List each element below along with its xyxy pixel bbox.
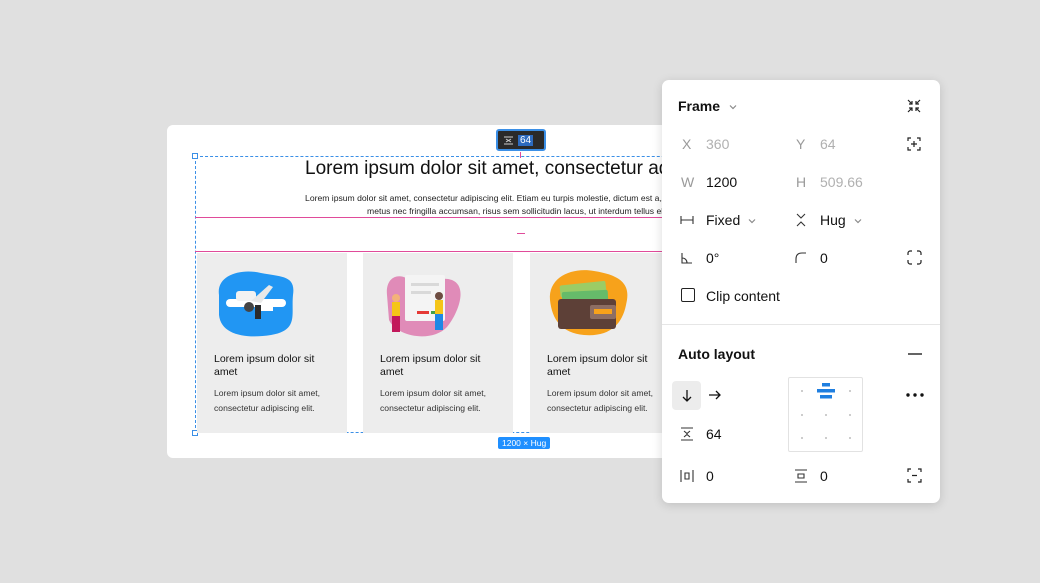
feature-card-2[interactable]: Lorem ipsum dolor sit amet Lorem ipsum d… (363, 253, 513, 433)
card-text: Lorem ipsum dolor sit amet, consectetur … (547, 388, 654, 413)
arrow-right-icon (709, 390, 721, 400)
section-heading: Lorem ipsum dolor sit amet, consectetur … (305, 158, 685, 179)
direction-vertical-button[interactable] (672, 381, 701, 410)
collapse-frame-icon[interactable] (905, 97, 923, 115)
x-input[interactable]: 360 (706, 136, 729, 152)
canvas-frame[interactable]: Lorem ipsum dolor sit amet, consectetur … (167, 125, 687, 458)
paragraph-line-1: Lorem ipsum dolor sit amet, consectetur … (305, 193, 681, 203)
horizontal-padding-icon (679, 468, 695, 484)
gap-spacing-value[interactable]: 64 (518, 134, 534, 146)
constraints-icon[interactable] (905, 135, 923, 153)
card-text: Lorem ipsum dolor sit amet, consectetur … (380, 388, 487, 413)
clip-content-label: Clip content (706, 288, 780, 304)
section-paragraph: Lorem ipsum dolor sit amet, consectetur … (293, 192, 687, 218)
chevron-down-icon (854, 219, 862, 224)
horizontal-padding-input[interactable]: 0 (706, 468, 714, 484)
chevron-down-icon (748, 219, 756, 224)
clip-content-checkbox[interactable] (681, 288, 695, 302)
vertical-padding-icon (793, 468, 809, 484)
gap-spacing-badge[interactable]: 64 (496, 129, 546, 151)
remove-auto-layout-icon[interactable] (906, 345, 924, 363)
wallet-illustration (549, 270, 628, 336)
card-title: Lorem ipsum dolor sit amet (214, 353, 315, 378)
h-input[interactable]: 509.66 (820, 174, 863, 190)
y-label: Y (796, 136, 806, 152)
rotation-icon (679, 250, 695, 266)
vertical-gap-icon (679, 426, 695, 442)
feature-card-1[interactable]: Lorem ipsum dolor sit amet Lorem ipsum d… (197, 253, 347, 433)
section-divider (662, 324, 940, 325)
width-mode-value: Fixed (706, 212, 741, 228)
corner-radius-icon (793, 250, 809, 266)
w-input[interactable]: 1200 (706, 174, 737, 190)
alignment-grid[interactable] (788, 377, 863, 452)
h-label: H (796, 174, 807, 190)
vertical-gap-icon (504, 136, 513, 144)
more-options-icon[interactable] (905, 387, 925, 403)
corner-radius-input[interactable]: 0 (820, 250, 828, 266)
gap-input[interactable]: 64 (706, 426, 722, 442)
horizontal-resize-icon (679, 212, 695, 228)
x-label: X (682, 136, 692, 152)
y-input[interactable]: 64 (820, 136, 836, 152)
people-board-illustration (386, 275, 461, 337)
card-text: Lorem ipsum dolor sit amet, consectetur … (214, 388, 321, 413)
vertical-hug-icon (793, 212, 809, 228)
direction-horizontal-button[interactable] (706, 386, 724, 404)
gap-spacing-indicator (195, 217, 687, 252)
chevron-down-icon (729, 105, 737, 110)
align-top-center-icon (817, 383, 835, 399)
independent-corners-icon[interactable] (905, 248, 923, 266)
rotation-input[interactable]: 0° (706, 250, 719, 266)
auto-layout-title: Auto layout (678, 346, 755, 362)
arrow-down-icon (682, 389, 691, 402)
vertical-padding-input[interactable]: 0 (820, 468, 828, 484)
card-title: Lorem ipsum dolor sit amet (547, 353, 648, 378)
width-mode-dropdown[interactable]: Fixed (706, 212, 756, 228)
feature-card-3[interactable]: Lorem ipsum dolor sit amet Lorem ipsum d… (530, 253, 680, 433)
gap-spacing-tick (517, 233, 525, 234)
resize-handle-top-left[interactable] (192, 153, 198, 159)
frame-size-badge: 1200 × Hug (498, 437, 551, 449)
height-mode-dropdown[interactable]: Hug (820, 212, 862, 228)
frame-title: Frame (678, 98, 721, 114)
individual-padding-icon[interactable] (905, 466, 923, 484)
w-label: W (681, 174, 695, 190)
properties-panel: Frame X 360 Y 64 W 1200 H 509.66 Fixed H… (662, 80, 940, 503)
height-mode-value: Hug (820, 212, 846, 228)
card-title: Lorem ipsum dolor sit amet (380, 353, 481, 378)
airplane-illustration (218, 271, 294, 337)
frame-section-header[interactable]: Frame (678, 98, 737, 114)
